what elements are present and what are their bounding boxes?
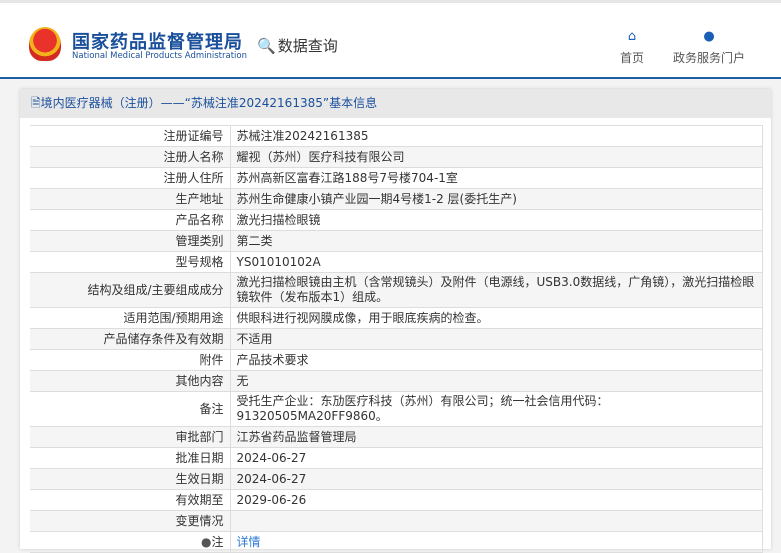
document-search-icon: 🔍 [257, 36, 276, 55]
table-row: 产品储存条件及有效期 不适用 [30, 328, 763, 350]
field-value: 耀视（苏州）医疗科技有限公司 [230, 146, 763, 168]
card-title-text: 境内医疗器械（注册）——“苏械注准20242161385”基本信息 [40, 96, 378, 110]
nav-portal-label: 政务服务门户 [673, 51, 746, 65]
field-label: ●注 [30, 531, 231, 553]
bulb-icon: ● [201, 534, 212, 549]
field-value: 不适用 [230, 328, 763, 350]
field-label: 生效日期 [30, 468, 231, 490]
field-value: 无 [230, 370, 763, 392]
field-value: 苏械注准20242161385 [230, 125, 763, 147]
note-label: 注 [211, 534, 224, 549]
info-table: 注册证编号 苏械注准20242161385 注册人名称 耀视（苏州）医疗科技有限公司注… [30, 125, 763, 553]
table-row: 审批部门 江苏省药品监督管理局 [30, 426, 763, 448]
field-label: 生产地址 [30, 188, 231, 210]
field-label: 备注 [30, 391, 231, 427]
field-value: 详情 [230, 531, 763, 553]
data-query-link[interactable]: 🔍 数据查询 [257, 35, 338, 56]
user-icon: ● [703, 29, 715, 44]
brand-name-en: National Medical Products Administration [72, 51, 247, 61]
table-row: 附件 产品技术要求 [30, 349, 763, 371]
field-value: 2024-06-27 [230, 468, 763, 490]
field-label: 适用范围/预期用途 [30, 307, 231, 329]
card-title: 🗎境内医疗器械（注册）——“苏械注准20242161385”基本信息 [20, 89, 771, 118]
table-row: 结构及组成/主要组成成分 激光扫描检眼镜由主机（含常规镜头）及附件（电源线，USB… [30, 272, 763, 308]
data-query-label: 数据查询 [277, 37, 338, 55]
field-value: 产品技术要求 [230, 349, 763, 371]
field-value: 供眼科进行视网膜成像，用于眼底疾病的检查。 [230, 307, 763, 329]
field-label: 产品名称 [30, 209, 231, 231]
field-value: YS01010102A [230, 251, 763, 273]
field-value: 2024-06-27 [230, 447, 763, 469]
field-value: 2029-06-26 [230, 489, 763, 511]
table-row: 生效日期 2024-06-27 [30, 468, 763, 490]
table-row: 注册人住所 苏州高新区富春江路188号7号楼704-1室 [30, 167, 763, 189]
field-label: 附件 [30, 349, 231, 371]
field-value: 激光扫描检眼镜 [230, 209, 763, 231]
table-row: 批准日期 2024-06-27 [30, 447, 763, 469]
field-label: 审批部门 [30, 426, 231, 448]
details-link[interactable]: 详情 [237, 535, 261, 549]
table-row: 变更情况 [30, 510, 763, 532]
nav-home[interactable]: ⌂ 首页 [620, 30, 644, 66]
field-label: 注册证编号 [30, 125, 231, 147]
field-label: 有效期至 [30, 489, 231, 511]
field-label: 其他内容 [30, 370, 231, 392]
field-label: 产品储存条件及有效期 [30, 328, 231, 350]
table-row: 备注 受托生产企业：东劢医疗科技（苏州）有限公司；统一社会信用代码：9132050… [30, 391, 763, 427]
field-label: 批准日期 [30, 447, 231, 469]
table-row: 管理类别 第二类 [30, 230, 763, 252]
table-row: 产品名称 激光扫描检眼镜 [30, 209, 763, 231]
table-row: 注册证编号 苏械注准20242161385 [30, 125, 763, 147]
table-row: ●注 详情 [30, 531, 763, 553]
field-label: 变更情况 [30, 510, 231, 532]
field-value: 江苏省药品监督管理局 [230, 426, 763, 448]
field-value: 受托生产企业：东劢医疗科技（苏州）有限公司；统一社会信用代码：91320505M… [230, 391, 763, 427]
field-label: 结构及组成/主要组成成分 [30, 272, 231, 308]
table-row: 其他内容无 [30, 370, 763, 392]
field-value: 第二类 [230, 230, 763, 252]
table-row: 注册人名称 耀视（苏州）医疗科技有限公司 [30, 146, 763, 168]
field-value: 苏州高新区富春江路188号7号楼704-1室 [230, 167, 763, 189]
field-label: 管理类别 [30, 230, 231, 252]
document-icon: 🗎 [31, 96, 41, 110]
field-value: 苏州生命健康小镇产业园一期4号楼1-2 层(委托生产) [230, 188, 763, 210]
field-label: 注册人住所 [30, 167, 231, 189]
national-emblem-logo [29, 27, 61, 61]
table-row: 适用范围/预期用途 供眼科进行视网膜成像，用于眼底疾病的检查。 [30, 307, 763, 329]
table-row: 型号规格 YS01010102A [30, 251, 763, 273]
field-value: 激光扫描检眼镜由主机（含常规镜头）及附件（电源线，USB3.0数据线，广角镜），… [230, 272, 763, 308]
nav-home-label: 首页 [620, 51, 645, 65]
field-label: 注册人名称 [30, 146, 231, 168]
home-icon: ⌂ [627, 29, 637, 44]
site-header: 国家药品监督管理局 National Medical Products Admi… [0, 3, 781, 79]
table-row: 有效期至 2029-06-26 [30, 489, 763, 511]
info-card: 🗎境内医疗器械（注册）——“苏械注准20242161385”基本信息 注册证编号… [20, 89, 771, 553]
table-row: 生产地址 苏州生命健康小镇产业园一期4号楼1-2 层(委托生产) [30, 188, 763, 210]
nav-service-portal[interactable]: ● 政务服务门户 [673, 30, 745, 66]
field-label: 型号规格 [30, 251, 231, 273]
field-value [230, 510, 763, 532]
